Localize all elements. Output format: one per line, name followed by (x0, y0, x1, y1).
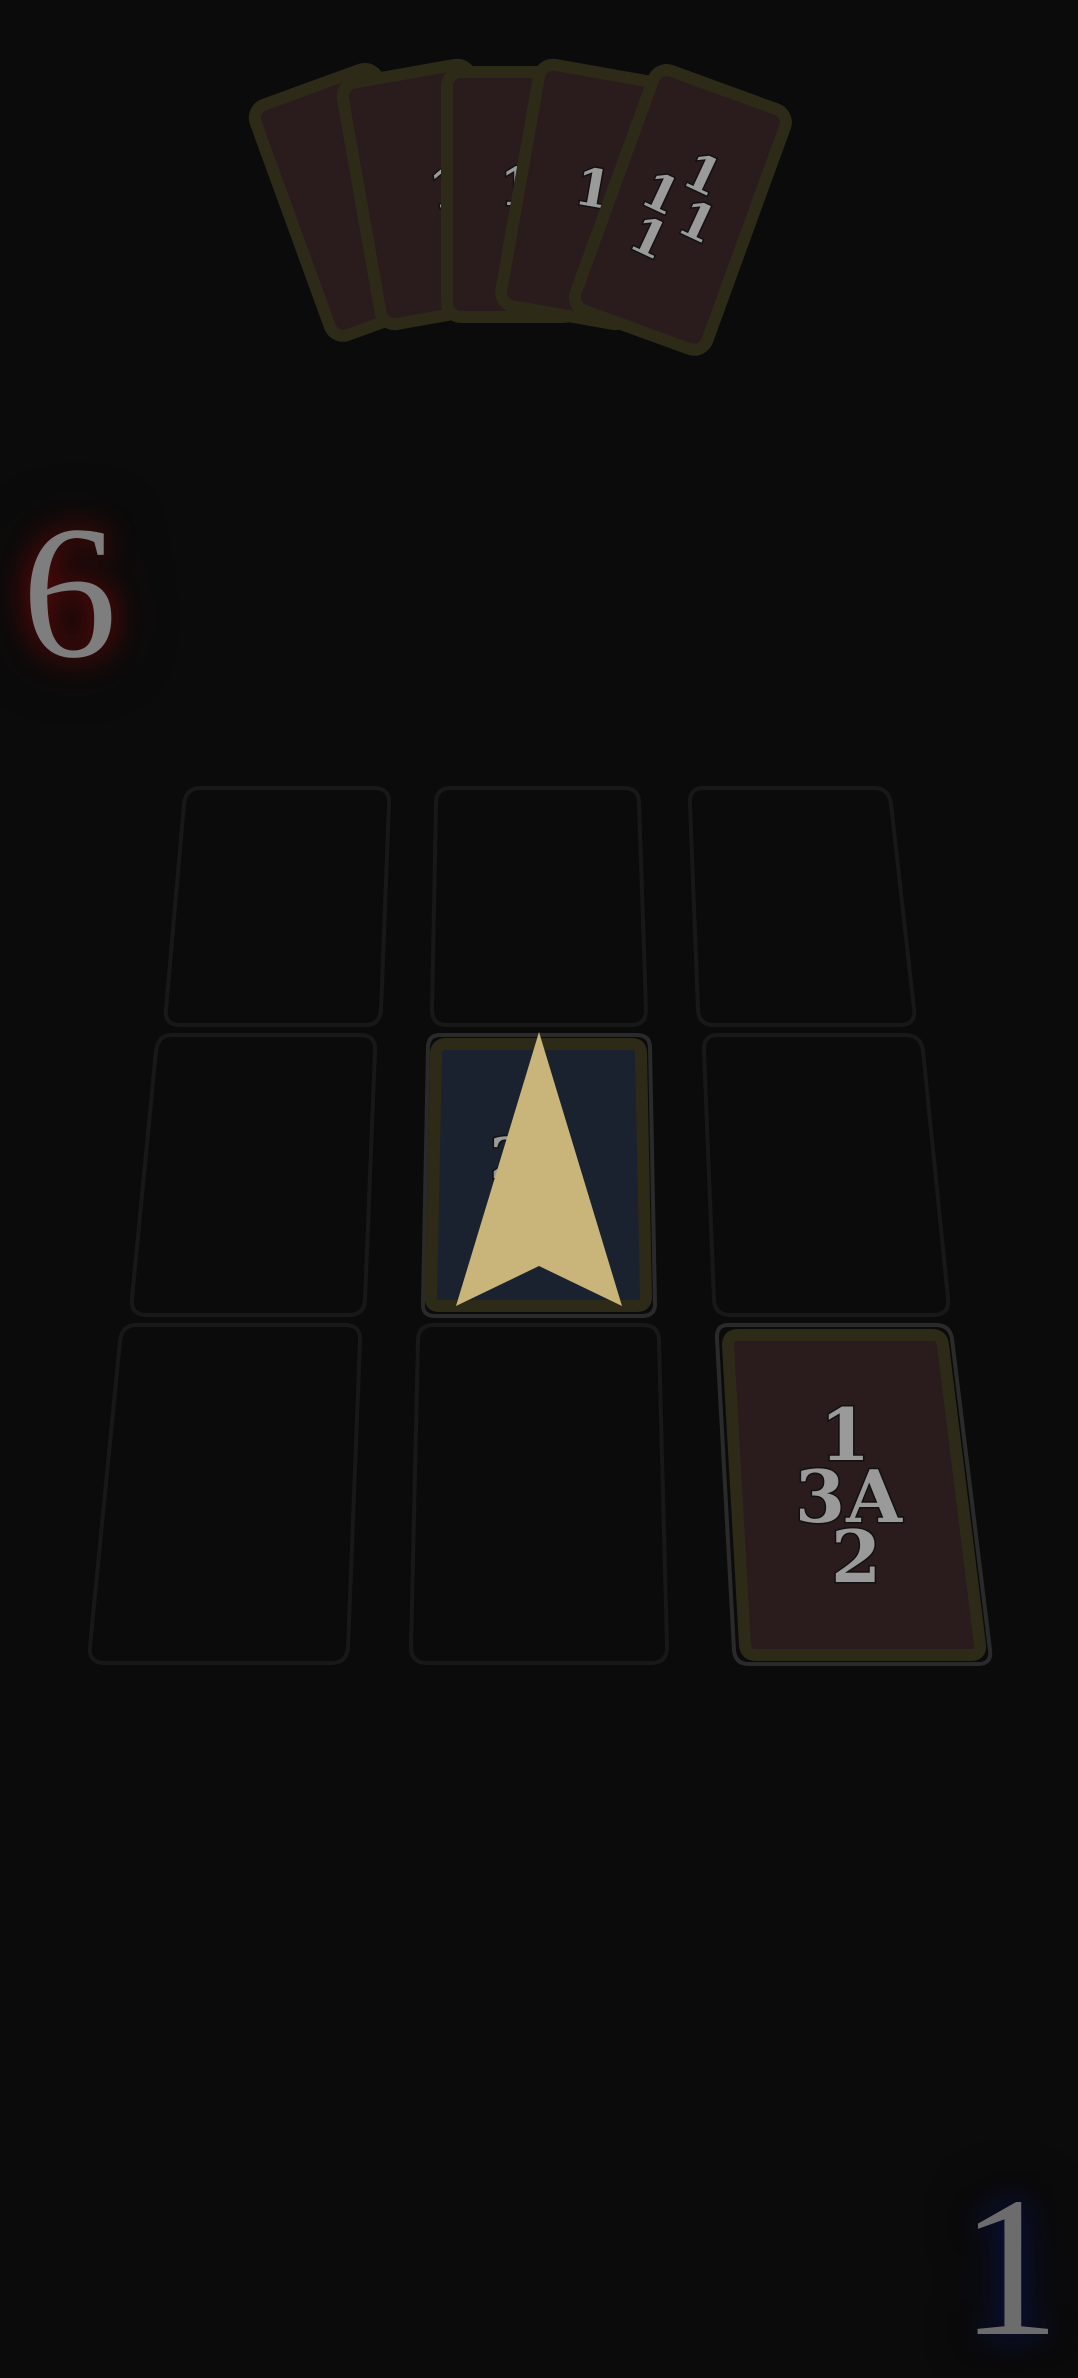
board-slot[interactable] (429, 786, 649, 1027)
game-board: 1 1 1 1 1 1 1 1 (87, 58, 993, 1666)
opponent-hand: 1 1 1 1 1 1 1 1 (248, 58, 792, 356)
opponent-score: 6 (22, 488, 117, 698)
opponent-card-face-up: 1 3 A 2 (714, 1323, 993, 1666)
board-slot[interactable] (163, 786, 392, 1027)
player-score: 1 (960, 2157, 1060, 2378)
board-slot[interactable] (408, 1323, 670, 1665)
board-slot[interactable] (701, 1033, 951, 1317)
player-card-face-down[interactable]: 2 (420, 1032, 658, 1318)
board-slot[interactable] (87, 1323, 363, 1665)
card-value-bottom: 2 (831, 1514, 881, 1599)
board-slot[interactable] (129, 1033, 378, 1317)
board-slot[interactable] (687, 786, 917, 1027)
